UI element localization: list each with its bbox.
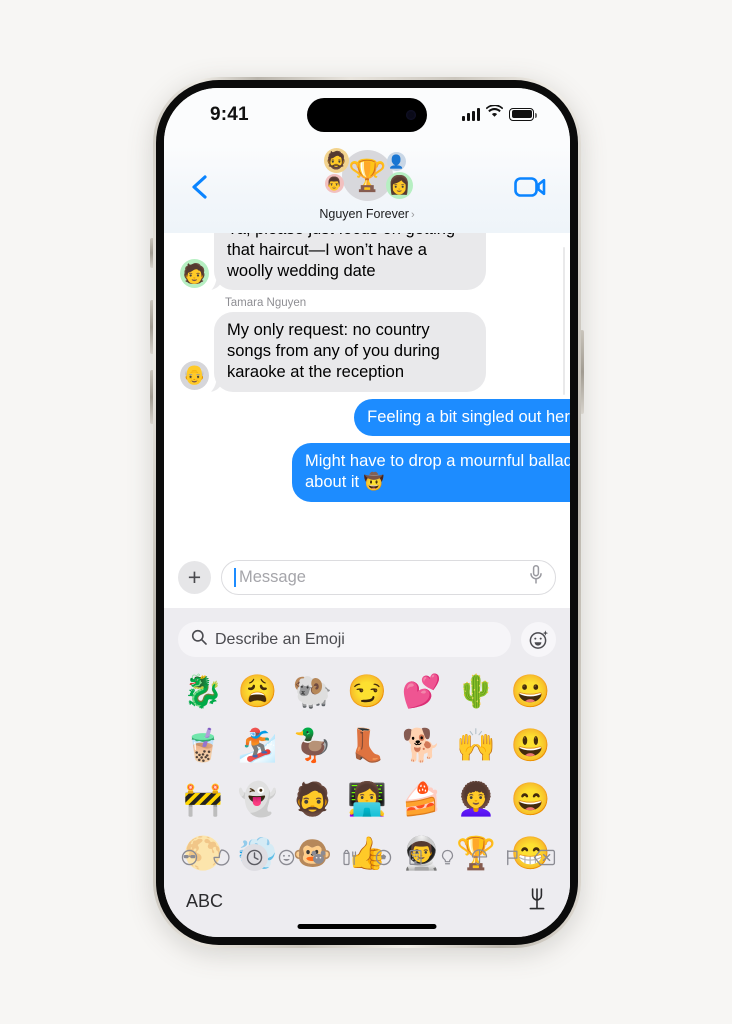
avatar-cluster: 🏆 🧔 👨 👤 👩	[311, 148, 423, 206]
smileys-icon[interactable]	[273, 844, 300, 871]
travel-places-icon[interactable]	[402, 844, 429, 871]
wifi-icon	[485, 104, 504, 123]
group-name-label: Nguyen Forever	[319, 207, 409, 221]
stickers-icon[interactable]	[208, 844, 235, 871]
message-row: Tamara Nguyen 👴 My only request: no coun…	[164, 297, 570, 392]
flags-icon[interactable]	[499, 844, 526, 871]
emoji-search-placeholder: Describe an Emoji	[215, 630, 345, 648]
emoji-button[interactable]: 🦆	[285, 722, 340, 770]
message-bubble[interactable]: Ya, please just focus on getting that ha…	[214, 233, 486, 291]
emoji-button[interactable]: 🚧	[176, 776, 231, 824]
emoji-button[interactable]: 🙌	[449, 722, 504, 770]
avatar-member-2: 👨	[325, 174, 344, 193]
phone-frame: 9:41 🏆 🧔 👨 👤 👩 Nguyen Forever › 🧑 that h…	[153, 77, 581, 948]
emoji-search-input[interactable]: Describe an Emoji	[178, 622, 511, 657]
emoji-keyboard: Describe an Emoji 🐉 😩 🐏 😏 💕 🌵 😀 🧋 🏂 🦆 👢 …	[164, 608, 570, 937]
emoji-button[interactable]: 😄	[503, 776, 558, 824]
emoji-button[interactable]: 🍰	[394, 776, 449, 824]
emoji-button[interactable]: 😩	[231, 668, 286, 716]
outgoing-message-2: Might have to drop a mournful ballad abo…	[164, 443, 570, 503]
emoji-category-bar	[164, 839, 570, 875]
status-bar: 9:41	[164, 88, 570, 146]
group-header-button[interactable]: 🏆 🧔 👨 👤 👩 Nguyen Forever ›	[277, 148, 457, 221]
emoji-button[interactable]: 🐕	[394, 722, 449, 770]
home-indicator	[297, 924, 437, 929]
emoji-search-row: Describe an Emoji	[164, 608, 570, 666]
emoji-button[interactable]: 🧔	[285, 776, 340, 824]
avatar: 👴	[180, 360, 209, 390]
plus-icon[interactable]: +	[178, 560, 211, 594]
group-name: Nguyen Forever ›	[277, 207, 457, 221]
emoji-button[interactable]: 👩‍🦱	[449, 776, 504, 824]
emoji-button[interactable]: 🐉	[176, 668, 231, 716]
message-bubble[interactable]: My only request: no country songs from a…	[214, 312, 486, 392]
outgoing-message-1: Feeling a bit singled out here	[164, 398, 570, 437]
emoji-button[interactable]: 🌵	[449, 668, 504, 716]
incoming-message-2: 👴 My only request: no country songs from…	[172, 312, 570, 392]
message-bubble[interactable]: Might have to drop a mournful ballad abo…	[292, 443, 570, 503]
message-input-placeholder: Message	[239, 567, 306, 586]
avatar-main: 🏆	[342, 150, 393, 201]
avatar: 🧑	[180, 259, 209, 289]
emoji-button[interactable]: 🧋	[176, 722, 231, 770]
animals-nature-icon[interactable]	[305, 844, 332, 871]
emoji-button[interactable]: 👩‍💻	[340, 776, 395, 824]
emoji-button[interactable]: 😏	[340, 668, 395, 716]
compose-bar: + Message	[164, 546, 570, 608]
message-input[interactable]: Message	[221, 559, 556, 595]
genmoji-sparkle-icon[interactable]	[521, 622, 556, 657]
back-chevron-icon[interactable]	[190, 174, 212, 199]
front-camera-icon	[406, 110, 416, 120]
search-icon	[191, 629, 207, 650]
clock-recents-icon[interactable]	[240, 843, 268, 871]
emoji-button[interactable]: 👻	[231, 776, 286, 824]
activities-icon[interactable]	[370, 844, 397, 871]
abc-keyboard-button[interactable]: ABC	[186, 891, 223, 912]
message-list[interactable]: 🧑 Ya, please just focus on getting that …	[164, 233, 570, 546]
message-row: 🧑 Ya, please just focus on getting that …	[164, 233, 570, 291]
phone-screen: 9:41 🏆 🧔 👨 👤 👩 Nguyen Forever › 🧑 that h…	[164, 88, 570, 937]
objects-icon[interactable]	[434, 844, 461, 871]
avatar-member-3: 👤	[387, 152, 406, 171]
emoji-button[interactable]: 🐏	[285, 668, 340, 716]
screenshot-stage: 9:41 🏆 🧔 👨 👤 👩 Nguyen Forever › 🧑 that h…	[0, 0, 732, 1024]
status-bar-indicators	[462, 104, 537, 123]
dynamic-island	[307, 98, 427, 132]
sender-name: Tamara Nguyen	[225, 297, 307, 310]
symbols-icon[interactable]	[466, 844, 493, 871]
memoji-sunglasses-icon[interactable]	[176, 844, 203, 871]
food-drink-icon[interactable]	[337, 844, 364, 871]
status-bar-time: 9:41	[210, 104, 249, 125]
delete-backspace-icon[interactable]	[531, 844, 558, 871]
avatar-member-1: 🧔	[324, 148, 349, 173]
emoji-button[interactable]: 💕	[394, 668, 449, 716]
video-camera-icon[interactable]	[514, 176, 546, 203]
avatar-member-4: 👩	[386, 172, 413, 199]
keyboard-bottom-row: ABC	[164, 879, 570, 923]
emoji-button[interactable]: 👢	[340, 722, 395, 770]
emoji-button[interactable]: 😀	[503, 668, 558, 716]
conversation-header: 🏆 🧔 👨 👤 👩 Nguyen Forever ›	[164, 146, 570, 233]
dictation-microphone-icon[interactable]	[526, 886, 548, 917]
text-caret	[234, 567, 236, 587]
battery-full-icon	[509, 107, 537, 121]
emoji-button[interactable]: 😃	[503, 722, 558, 770]
cellular-bars-icon	[462, 107, 480, 121]
microphone-icon[interactable]	[529, 564, 543, 590]
emoji-button[interactable]: 🏂	[231, 722, 286, 770]
chevron-right-icon: ›	[410, 209, 415, 221]
message-bubble[interactable]: Feeling a bit singled out here	[354, 398, 570, 437]
incoming-message-1: 🧑 Ya, please just focus on getting that …	[172, 233, 570, 291]
